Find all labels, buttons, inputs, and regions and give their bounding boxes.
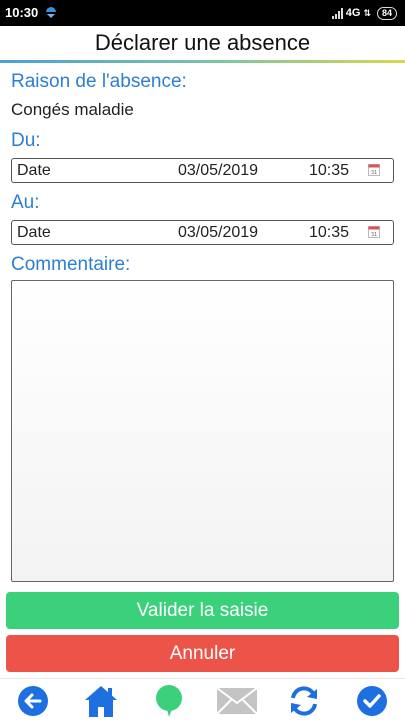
to-label: Au: xyxy=(11,192,40,213)
reason-label: Raison de l'absence: xyxy=(11,71,187,92)
status-bar: 10:30 4G ⇅ 84 xyxy=(0,0,405,26)
svg-text:31: 31 xyxy=(371,170,377,176)
nav-mail-button[interactable] xyxy=(216,684,258,718)
app-notification-icon xyxy=(46,7,56,18)
nav-home-button[interactable] xyxy=(83,684,119,718)
to-date-value[interactable]: 03/05/2019 xyxy=(178,224,258,242)
sync-icon xyxy=(291,686,317,716)
svg-text:31: 31 xyxy=(371,232,377,238)
nav-messages-button[interactable] xyxy=(151,684,187,718)
status-right: 4G ⇅ 84 xyxy=(331,4,397,22)
from-label: Du: xyxy=(11,130,41,151)
cancel-button[interactable]: Annuler xyxy=(6,635,399,672)
mail-icon xyxy=(216,687,258,715)
validate-button[interactable]: Valider la saisie xyxy=(6,592,399,629)
page-title: Déclarer une absence xyxy=(94,30,311,55)
back-arrow-icon xyxy=(18,686,48,716)
nav-sync-button[interactable] xyxy=(286,684,322,718)
home-icon xyxy=(85,686,117,717)
to-date-field[interactable]: Date 03/05/2019 10:35 31 xyxy=(11,220,394,245)
reason-value[interactable]: Congés maladie xyxy=(11,100,134,120)
signal-icon xyxy=(331,7,343,19)
title-divider xyxy=(0,60,405,63)
comment-label: Commentaire: xyxy=(11,254,131,275)
network-type: 4G xyxy=(345,7,361,19)
comment-input[interactable] xyxy=(11,280,394,582)
battery-icon: 84 xyxy=(376,6,397,20)
from-calendar-icon[interactable]: 31 xyxy=(368,163,380,176)
check-icon xyxy=(357,686,387,716)
bottom-nav xyxy=(0,678,405,721)
from-date-value[interactable]: 03/05/2019 xyxy=(178,162,258,180)
nav-back-button[interactable] xyxy=(15,684,51,718)
to-date-field-label: Date xyxy=(17,224,51,241)
data-arrows-icon: ⇅ xyxy=(363,7,371,18)
from-date-field[interactable]: Date 03/05/2019 10:35 31 xyxy=(11,158,394,183)
speech-bubble-icon xyxy=(156,685,182,717)
from-date-field-label: Date xyxy=(17,162,51,179)
from-time-value[interactable]: 10:35 xyxy=(309,162,349,180)
to-calendar-icon[interactable]: 31 xyxy=(368,225,380,238)
status-time: 10:30 xyxy=(5,5,39,20)
nav-confirm-button[interactable] xyxy=(354,684,390,718)
to-time-value[interactable]: 10:35 xyxy=(309,224,349,242)
